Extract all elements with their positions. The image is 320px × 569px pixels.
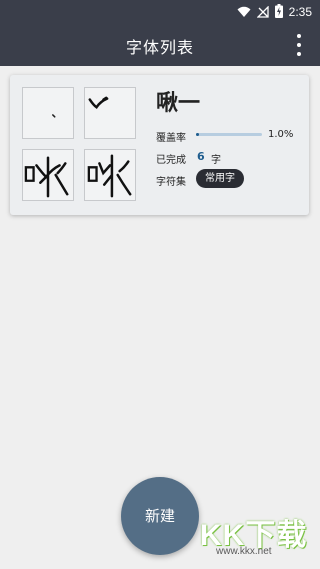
status-time: 2:35	[288, 5, 312, 19]
completed-label: 已完成	[156, 155, 186, 166]
glyph-preview-2	[84, 87, 136, 139]
new-font-button[interactable]: 新建	[121, 477, 199, 555]
charset-label: 字符集	[156, 177, 186, 188]
font-name: 啾一	[156, 91, 201, 116]
status-bar: 2:35	[0, 0, 320, 24]
wifi-icon	[237, 3, 251, 22]
coverage-progress-fill	[196, 133, 199, 136]
font-card[interactable]: 啾一 覆盖率 1.0% 已完成 6 字 字符集 常用字	[10, 75, 309, 215]
completed-count: 6	[197, 150, 205, 163]
app-bar: 字体列表	[0, 24, 320, 66]
status-icons: 2:35	[237, 3, 312, 22]
coverage-value: 1.0%	[268, 129, 294, 140]
battery-charging-icon	[274, 3, 283, 22]
charset-chip[interactable]: 常用字	[196, 169, 244, 188]
glyph-preview-4	[84, 149, 136, 201]
watermark: KK下载 www.kkx.net	[200, 510, 316, 566]
watermark-url: www.kkx.net	[216, 546, 272, 557]
coverage-label: 覆盖率	[156, 133, 186, 144]
signal-off-icon	[256, 3, 269, 22]
completed-unit: 字	[211, 155, 221, 166]
glyph-preview-3	[22, 149, 74, 201]
glyph-preview-1	[22, 87, 74, 139]
more-vert-icon[interactable]	[290, 34, 308, 56]
page-title: 字体列表	[125, 38, 194, 57]
coverage-progress-bar	[196, 133, 262, 136]
